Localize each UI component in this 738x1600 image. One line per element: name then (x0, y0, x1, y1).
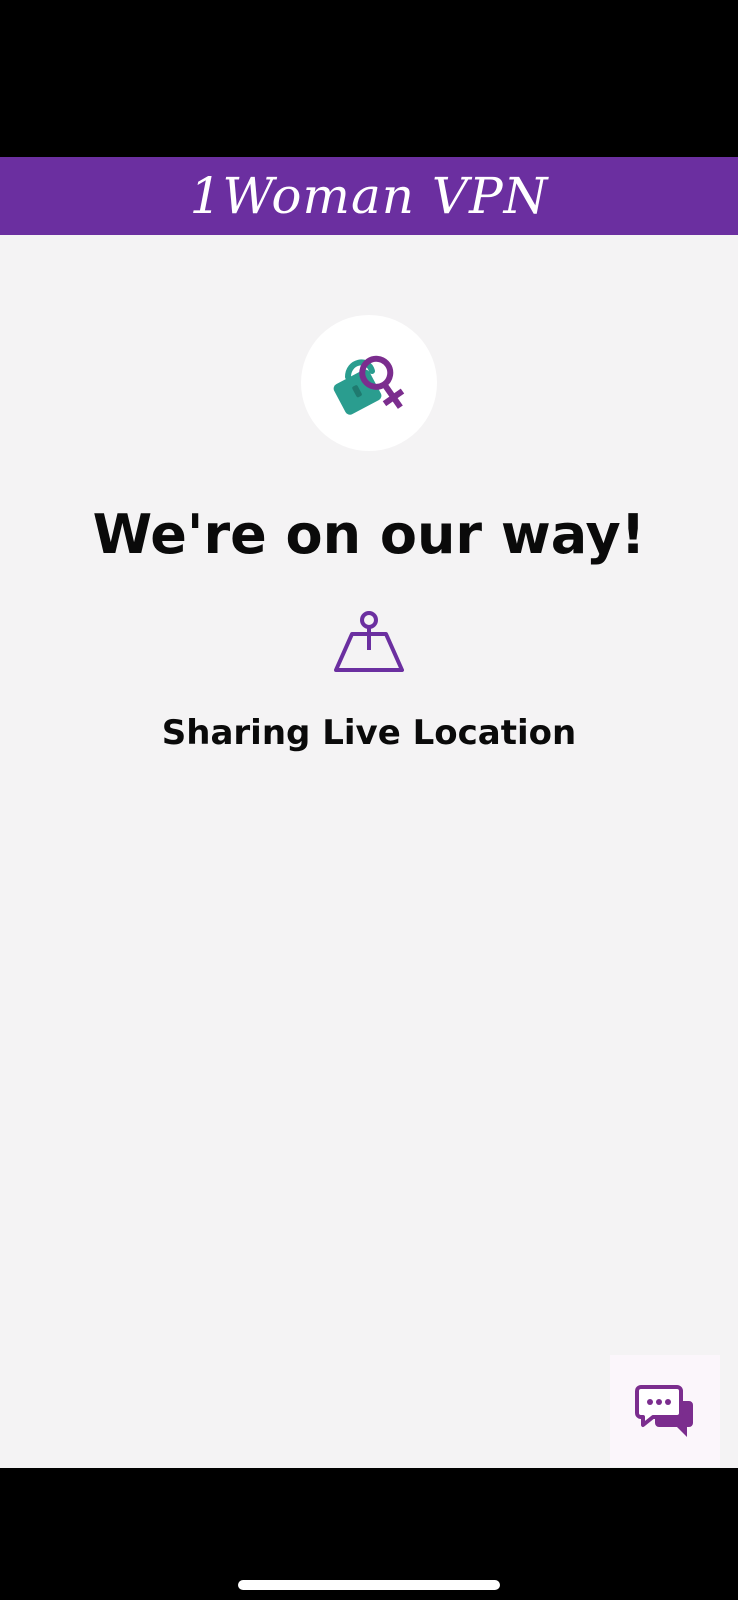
app-logo (301, 315, 437, 451)
app-header: 1Woman VPN (0, 157, 738, 235)
chat-button[interactable] (610, 1355, 720, 1467)
map-pin-icon (334, 610, 404, 674)
app-title: 1Woman VPN (189, 167, 549, 225)
location-status: Sharing Live Location (161, 713, 577, 753)
status-bar-area (0, 0, 738, 157)
bottom-bar (0, 1468, 738, 1600)
page-headline: We're on our way! (92, 503, 646, 566)
lock-female-symbol-icon (333, 355, 405, 415)
main-content: We're on our way! Sharing Live Location (0, 235, 738, 1468)
app-screen: 1Woman VPN We're on our way! Sharing Liv… (0, 0, 738, 1600)
chat-bubbles-icon (635, 1385, 693, 1437)
home-indicator[interactable] (238, 1580, 500, 1590)
